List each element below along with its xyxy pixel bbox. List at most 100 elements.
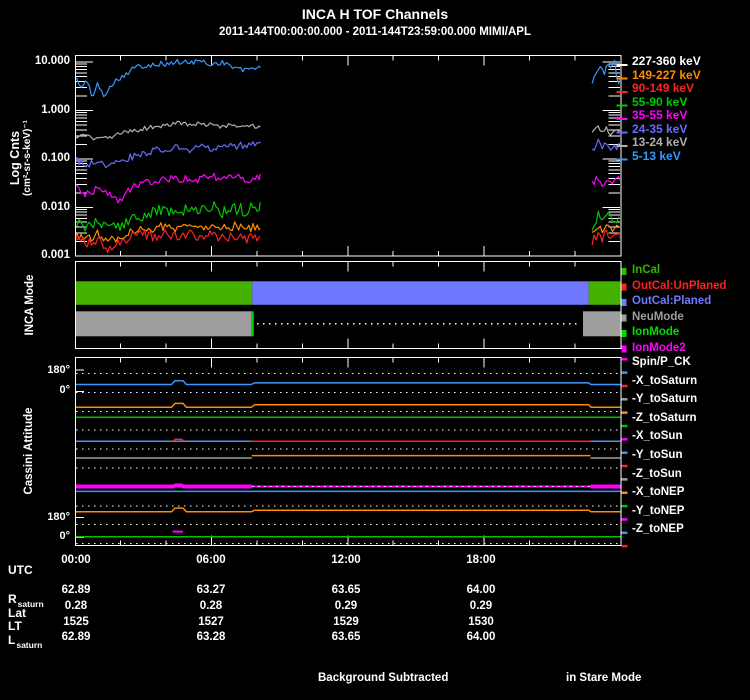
eph-label-lt: LT xyxy=(8,619,22,633)
attitude-legend-item-2: -Y_toSaturn xyxy=(632,393,697,405)
attitude-right-tick xyxy=(622,358,628,361)
attitude-right-tick xyxy=(622,478,628,481)
attitude-y-axis-title: Cassini Attitude xyxy=(23,391,37,511)
attitude-right-tick xyxy=(622,385,628,388)
attitude-legend-item-0: Spin/P_CK xyxy=(632,356,691,368)
attitude-trace--Y-toSaturn xyxy=(75,403,621,407)
flux-legend-dash xyxy=(617,132,628,134)
flux-legend-item-2: 90-149 keV xyxy=(632,81,694,95)
flux-legend-dash xyxy=(617,64,628,66)
flux-trace-13-24-keV xyxy=(592,126,620,135)
attitude-right-tick xyxy=(622,492,628,495)
attitude-trace--Z-toSun xyxy=(75,485,252,486)
flux-y-axis-title-line1: Log Cnts xyxy=(8,88,22,228)
utc-axis-label: UTC xyxy=(8,563,33,577)
attitude-trace--Y-toNEP xyxy=(75,508,621,512)
mode-legend-tick xyxy=(622,284,627,291)
attitude-ytick-180-top: 180° xyxy=(0,364,70,376)
attitude-legend-item-6: -Z_toSun xyxy=(632,468,682,480)
attitude-right-tick xyxy=(622,438,628,441)
mode-bar-IonMode xyxy=(251,311,254,336)
utc-tick-label-1: 06:00 xyxy=(171,554,251,566)
eph-value-r0c2: 63.65 xyxy=(306,584,386,596)
eph-value-r1c2: 0.29 xyxy=(306,600,386,612)
flux-traces xyxy=(75,60,621,253)
flux-trace-24-35-keV xyxy=(75,142,260,168)
flux-panel xyxy=(75,56,621,257)
attitude-right-tick xyxy=(622,425,628,428)
attitude-right-tick xyxy=(622,465,628,468)
eph-value-r0c3: 64.00 xyxy=(441,584,521,596)
attitude-right-tick xyxy=(622,505,628,508)
eph-value-r3c2: 63.65 xyxy=(306,631,386,643)
eph-value-r0c0: 62.89 xyxy=(36,584,116,596)
attitude-legend-item-7: -X_toNEP xyxy=(632,486,684,498)
attitude-panel-border xyxy=(76,358,622,546)
flux-legend-dash xyxy=(617,118,628,120)
utc-tick-label-3: 18:00 xyxy=(441,554,521,566)
flux-y-axis-title-line2: (cm²-sr-s-keV)⁻¹ xyxy=(22,88,33,228)
attitude-ytick-0-top: 0° xyxy=(0,384,70,396)
eph-value-r3c1: 63.28 xyxy=(171,631,251,643)
attitude-trace--X-toSaturn xyxy=(75,381,621,385)
attitude-right-tick xyxy=(622,545,628,548)
eph-value-r0c1: 63.27 xyxy=(171,584,251,596)
attitude-right-tick xyxy=(622,532,628,535)
eph-value-r2c2: 1529 xyxy=(306,616,386,628)
flux-legend-dash xyxy=(617,78,628,80)
flux-legend-item-7: 5-13 keV xyxy=(632,149,681,163)
flux-legend-item-1: 149-227 keV xyxy=(632,68,701,82)
attitude-ytick-0-bot: 0° xyxy=(0,530,70,542)
footer-stare-mode: in Stare Mode xyxy=(566,672,641,684)
mode-bar-InCal xyxy=(589,281,621,305)
attitude-right-tick xyxy=(622,451,628,454)
eph-label-lat: Lat xyxy=(8,606,26,620)
inca-tof-plot-page: INCA H TOF Channels 2011-144T00:00:00.00… xyxy=(0,0,750,700)
flux-legend-dash xyxy=(617,159,628,161)
flux-legend-dash xyxy=(617,105,628,107)
flux-legend-item-3: 55-90 keV xyxy=(632,95,687,109)
mode-legend-tick xyxy=(622,330,627,337)
mode-legend-item-0: InCal xyxy=(632,264,660,276)
attitude-right-tick xyxy=(622,518,628,521)
page-title: INCA H TOF Channels xyxy=(0,6,750,22)
page-subtitle: 2011-144T00:00:00.000 - 2011-144T23:59:0… xyxy=(0,26,750,38)
flux-legend-item-4: 35-55 keV xyxy=(632,108,687,122)
mode-legend-tick xyxy=(622,299,627,306)
utc-tick-label-0: 00:00 xyxy=(36,554,116,566)
mode-bar-InCal xyxy=(75,281,252,305)
mode-bar-OutCal-Planed xyxy=(252,281,588,305)
eph-value-r2c3: 1530 xyxy=(441,616,521,628)
attitude-legend-item-3: -Z_toSaturn xyxy=(632,412,697,424)
flux-trace-35-55-keV xyxy=(592,177,620,187)
eph-value-r1c1: 0.28 xyxy=(171,600,251,612)
flux-trace-35-55-keV xyxy=(75,173,260,203)
mode-legend-item-1: OutCal:UnPlaned xyxy=(632,280,727,292)
flux-trace-90-149-keV xyxy=(75,230,260,253)
eph-value-r1c3: 0.29 xyxy=(441,600,521,612)
mode-legend-item-4: IonMode xyxy=(632,326,679,338)
attitude-panel xyxy=(75,358,628,548)
flux-trace-5-13-keV xyxy=(75,60,260,97)
mode-legend-tick xyxy=(622,315,627,322)
flux-trace-90-149-keV xyxy=(592,230,620,245)
mode-bar-NeuMode xyxy=(583,311,621,336)
attitude-right-tick xyxy=(622,398,628,401)
attitude-right-tick xyxy=(622,371,628,374)
flux-trace-55-90-keV xyxy=(592,211,620,230)
eph-value-r2c0: 1525 xyxy=(36,616,116,628)
attitude-legend-item-9: -Z_toNEP xyxy=(632,523,684,535)
mode-legend-tick xyxy=(622,346,627,353)
eph-value-r1c0: 0.28 xyxy=(36,600,116,612)
attitude-legend-item-1: -X_toSaturn xyxy=(632,375,697,387)
flux-ytick-10: 10.000 xyxy=(0,55,70,67)
mode-legend-tick xyxy=(622,268,627,275)
mode-y-axis-title: INCA Mode xyxy=(24,260,38,350)
eph-value-r2c1: 1527 xyxy=(171,616,251,628)
attitude-legend-item-5: -Y_toSun xyxy=(632,449,682,461)
eph-value-r3c0: 62.89 xyxy=(36,631,116,643)
attitude-ytick-180-bot: 180° xyxy=(0,511,70,523)
flux-legend-item-6: 13-24 keV xyxy=(632,135,687,149)
mode-legend-item-3: NeuMode xyxy=(632,311,684,323)
eph-value-r3c3: 64.00 xyxy=(441,631,521,643)
